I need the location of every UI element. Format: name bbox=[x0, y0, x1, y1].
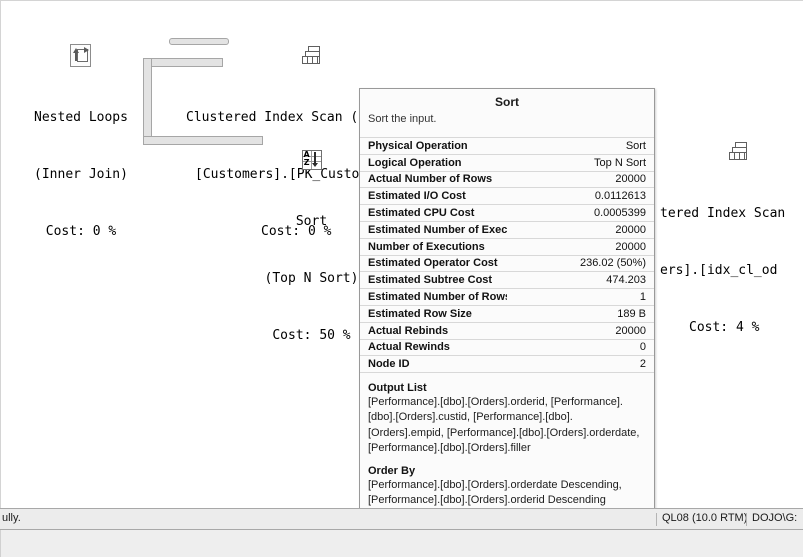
tooltip-property-key: Actual Rebinds bbox=[360, 321, 507, 340]
tooltip-description: Sort the input. bbox=[368, 113, 437, 125]
plan-operator-sort[interactable]: AZ Sort (Top N Sort) Cost: 50 % bbox=[249, 109, 374, 383]
tooltip-property-row: Actual Rewinds 0 bbox=[360, 338, 654, 356]
tooltip-property-key: Estimated CPU Cost bbox=[360, 204, 507, 222]
operator-subtitle: ers].[idx_cl_od bbox=[660, 263, 778, 278]
clustered-index-scan-icon bbox=[299, 43, 325, 69]
output-list-heading: Output List bbox=[368, 382, 427, 395]
tooltip-property-row: Estimated Subtree Cost 474.203 bbox=[360, 271, 654, 289]
sort-icon: AZ bbox=[299, 147, 325, 173]
status-bar-lower bbox=[0, 530, 803, 557]
operator-cost: Cost: 0 % bbox=[45, 224, 117, 239]
tooltip-property-row: Estimated Operator Cost 236.02 (50%) bbox=[360, 254, 654, 272]
order-by-value: [Performance].[dbo].[Orders].orderdate D… bbox=[368, 478, 622, 507]
tooltip-property-row: Number of Executions 20000 bbox=[360, 237, 654, 256]
tooltip-property-key: Actual Number of Rows bbox=[360, 170, 507, 188]
tooltip-property-key: Node ID bbox=[360, 355, 507, 374]
status-user: DOJO\G: bbox=[752, 512, 798, 524]
operator-cost: Cost: 4 % bbox=[689, 320, 760, 335]
tooltip-property-value: 0.0005399 bbox=[507, 204, 654, 222]
tooltip-properties-table: Physical Operation Sort Logical Operation T… bbox=[360, 137, 654, 374]
tooltip-property-key: Estimated Row Size bbox=[360, 304, 507, 323]
tooltip-property-value: 0 bbox=[507, 338, 654, 356]
nested-loops-icon bbox=[68, 43, 94, 69]
tooltip-property-row: Estimated CPU Cost 0.0005399 bbox=[360, 204, 654, 222]
tooltip-property-row: Estimated Number of Executions20000 bbox=[360, 220, 654, 239]
tooltip-property-value: 20000 bbox=[507, 170, 654, 188]
tooltip-property-row: Physical Operation Sort bbox=[360, 137, 654, 155]
tooltip-property-row: Estimated Number of Rows 1 bbox=[360, 288, 654, 306]
tooltip-property-value: 236.02 (50%) bbox=[507, 254, 654, 272]
tooltip-property-key: Physical Operation bbox=[360, 137, 507, 155]
order-by-heading: Order By bbox=[368, 464, 416, 477]
tooltip-property-key: Actual Rewinds bbox=[360, 338, 507, 356]
operator-cost: Cost: 50 % bbox=[272, 328, 351, 343]
tooltip-property-value: 20000 bbox=[507, 237, 654, 256]
tooltip-property-row: Actual Number of Rows 20000 bbox=[360, 170, 654, 188]
tooltip-property-key: Logical Operation bbox=[360, 153, 507, 172]
status-server: QL08 (10.0 RTM) bbox=[662, 512, 748, 524]
tooltip-property-value: 20000 bbox=[507, 220, 654, 239]
tooltip-property-key: Number of Executions bbox=[360, 237, 507, 256]
plan-operator-clustered-index-scan-orders[interactable]: tered Index Scan ers].[idx_cl_od Cost: 4… bbox=[641, 101, 803, 375]
tooltip-title: Sort bbox=[495, 95, 519, 109]
sort-operator-tooltip: Sort Sort the input. Physical Operation S… bbox=[359, 88, 655, 554]
status-divider bbox=[746, 513, 747, 526]
tooltip-property-row: Actual Rebinds 20000 bbox=[360, 321, 654, 340]
clustered-index-scan-icon bbox=[726, 139, 752, 165]
tooltip-property-row: Estimated Row Size 189 B bbox=[360, 304, 654, 323]
output-list-value: [Performance].[dbo].[Orders].orderid, [P… bbox=[368, 396, 640, 454]
tooltip-property-key: Estimated Operator Cost bbox=[360, 254, 507, 272]
tooltip-property-value: Top N Sort bbox=[507, 153, 654, 172]
tooltip-property-row: Node ID 2 bbox=[360, 355, 654, 374]
operator-name: tered Index Scan bbox=[660, 206, 786, 221]
tooltip-property-key: Estimated Number of Executions bbox=[360, 220, 507, 239]
tooltip-property-row: Logical Operation Top N Sort bbox=[360, 153, 654, 172]
tooltip-property-value: 0.0112613 bbox=[507, 187, 654, 205]
tooltip-property-row: Estimated I/O Cost 0.0112613 bbox=[360, 187, 654, 205]
status-bar: ully. QL08 (10.0 RTM) DOJO\G: bbox=[0, 508, 803, 530]
tooltip-property-value: 189 B bbox=[507, 304, 654, 323]
tooltip-property-value: 1 bbox=[507, 288, 654, 306]
plan-operator-nested-loops[interactable]: Nested Loops (Inner Join) Cost: 0 % bbox=[1, 5, 161, 279]
status-message: ully. bbox=[2, 512, 21, 524]
tooltip-property-key: Estimated I/O Cost bbox=[360, 187, 507, 205]
tooltip-property-value: 2 bbox=[507, 355, 654, 374]
tooltip-property-key: Estimated Number of Rows bbox=[360, 288, 507, 306]
tooltip-property-value: 20000 bbox=[507, 321, 654, 340]
tooltip-property-key: Estimated Subtree Cost bbox=[360, 271, 507, 289]
status-divider bbox=[656, 513, 657, 526]
tooltip-property-value: 474.203 bbox=[507, 271, 654, 289]
tooltip-property-value: Sort bbox=[507, 137, 654, 155]
